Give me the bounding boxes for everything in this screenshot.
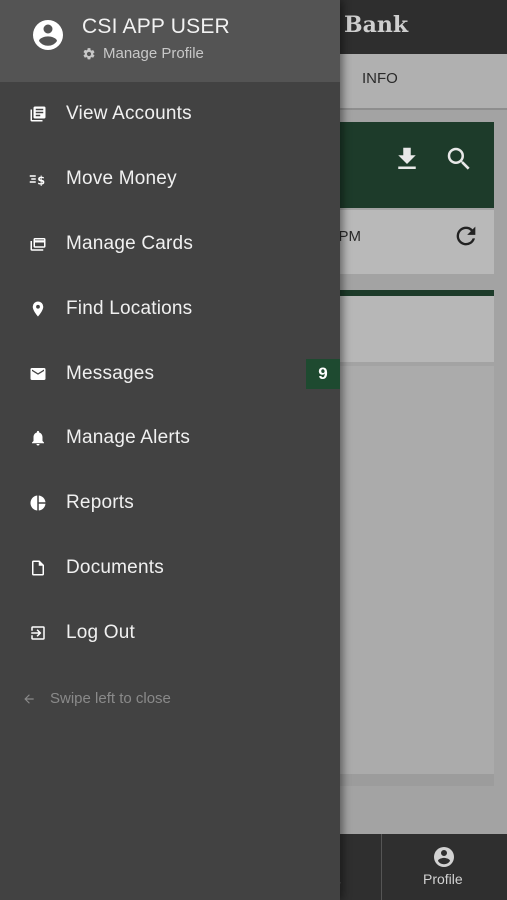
menu-item-manage-cards[interactable]: Manage Cards [0,212,340,277]
swipe-hint-text: Swipe left to close [50,690,171,707]
user-name: CSI APP USER [82,15,230,38]
menu-item-label: Find Locations [66,297,193,319]
logout-icon [31,626,45,640]
drawer-menu: View Accounts $ Move Money Manage Cards … [0,82,340,665]
arrow-left-icon [24,693,34,704]
menu-item-messages[interactable]: Messages 9 [0,341,340,406]
menu-item-reports[interactable]: Reports [0,471,340,536]
profile-icon[interactable] [432,845,456,869]
content-panel [336,366,494,786]
menu-item-label: Log Out [66,621,136,643]
menu-item-label: Reports [66,492,134,514]
refresh-icon[interactable] [452,222,480,250]
menu-item-label: Documents [66,556,164,578]
location-pin-icon [32,301,44,317]
document-icon [32,560,44,576]
cards-icon [30,237,46,251]
manage-profile-label: Manage Profile [103,45,204,62]
search-icon[interactable] [444,144,474,174]
menu-item-label: Move Money [66,168,177,190]
menu-item-label: View Accounts [66,103,192,125]
transfer-money-icon: $ [29,174,45,187]
menu-item-documents[interactable]: Documents [0,536,340,601]
tab-info[interactable]: INFO [362,70,398,87]
envelope-icon [30,367,46,380]
swipe-hint: Swipe left to close [22,690,171,707]
bottom-nav-divider [381,834,382,900]
account-circle-icon [33,20,63,50]
bottom-nav-profile-label[interactable]: Profile [423,871,463,887]
menu-item-manage-alerts[interactable]: Manage Alerts [0,406,340,471]
menu-item-view-accounts[interactable]: View Accounts [0,82,340,147]
accounts-icon [30,106,46,122]
unread-count-badge: 9 [306,358,340,389]
bank-logo-text: Bank [344,12,409,38]
menu-item-label: Messages [66,362,155,384]
bell-icon [32,431,44,446]
menu-item-label: Manage Cards [66,232,194,254]
account-card[interactable] [336,296,494,362]
manage-profile-link[interactable]: Manage Profile [82,45,204,62]
menu-item-log-out[interactable]: Log Out [0,600,340,665]
svg-text:$: $ [37,174,45,187]
account-header [336,122,494,208]
gear-icon [83,47,95,59]
menu-item-move-money[interactable]: $ Move Money [0,147,340,212]
navigation-drawer: CSI APP USER Manage Profile View Account… [0,0,340,900]
drawer-header: CSI APP USER Manage Profile [0,0,340,82]
pie-chart-icon [30,495,46,511]
download-icon[interactable] [392,144,422,174]
menu-item-find-locations[interactable]: Find Locations [0,276,340,341]
menu-item-label: Manage Alerts [66,427,191,449]
